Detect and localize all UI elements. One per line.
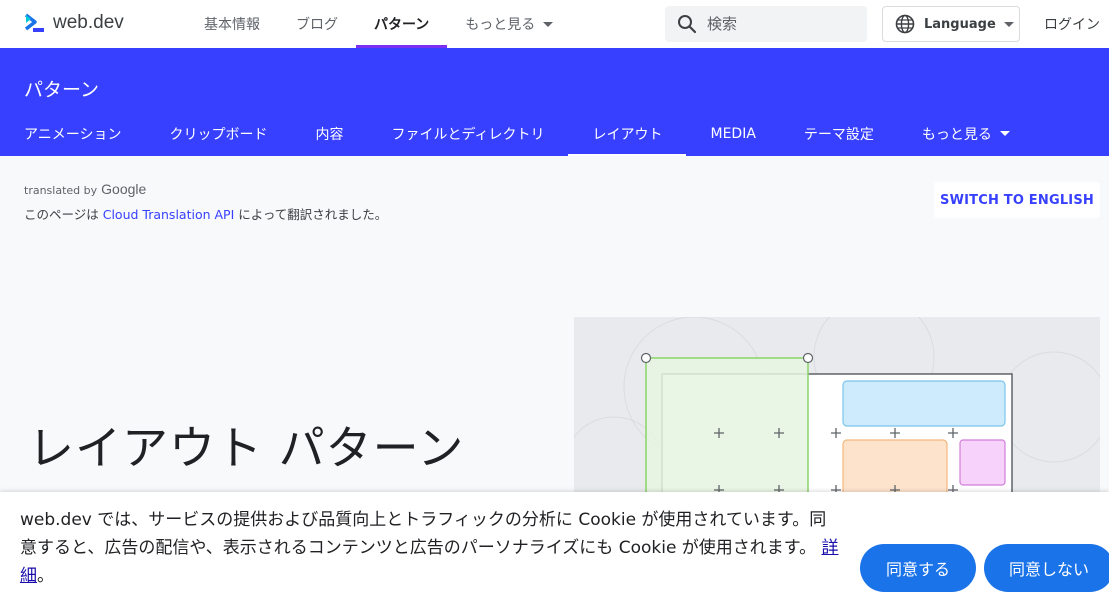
section-title: パターン	[24, 79, 100, 101]
logo-text: web.dev	[53, 12, 124, 33]
switch-to-english-button[interactable]: SWITCH TO ENGLISH	[934, 182, 1100, 218]
tab-label: MEDIA	[710, 125, 756, 142]
cookie-message: web.dev では、サービスの提供および品質向上とトラフィックの分析に Coo…	[20, 506, 840, 590]
agree-button[interactable]: 同意する	[860, 544, 976, 592]
nav-label: パターン	[374, 17, 430, 33]
tab-label: レイアウト	[592, 126, 663, 143]
tab-label: クリップボード	[169, 126, 268, 143]
chevron-down-icon	[543, 21, 554, 27]
web-dev-logo-icon	[24, 13, 44, 32]
tab-media[interactable]: MEDIA	[686, 111, 779, 156]
login-link[interactable]: ログイン	[1044, 0, 1100, 48]
nav-label: 基本情報	[204, 17, 260, 33]
tab-label: ファイルとディレクトリ	[391, 126, 545, 143]
tab-content[interactable]: 内容	[291, 111, 367, 156]
section-tabs: アニメーション クリップボード 内容 ファイルとディレクトリ レイアウト MED…	[0, 111, 1034, 156]
tab-label: もっと見る	[921, 126, 992, 143]
notice-text: このページは	[24, 207, 103, 222]
tab-files-directories[interactable]: ファイルとディレクトリ	[367, 111, 568, 156]
tab-theming[interactable]: テーマ設定	[780, 111, 898, 156]
globe-icon	[895, 14, 915, 34]
tab-more[interactable]: もっと見る	[898, 111, 1034, 156]
language-label: Language	[924, 16, 996, 32]
chevron-down-icon	[999, 131, 1010, 136]
cookie-banner: web.dev では、サービスの提供および品質向上とトラフィックの分析に Coo…	[0, 492, 1109, 600]
translated-by: translated by Google	[24, 181, 146, 197]
tab-label: テーマ設定	[803, 126, 874, 143]
nav-label: もっと見る	[465, 17, 536, 33]
decline-button[interactable]: 同意しない	[984, 544, 1109, 592]
translation-notice: このページは Cloud Translation API によって翻訳されました…	[24, 204, 387, 223]
cookie-text: web.dev では、サービスの提供および品質向上とトラフィックの分析に Coo…	[20, 510, 827, 558]
google-wordmark: Google	[101, 181, 147, 197]
translated-by-label: translated by	[24, 184, 98, 197]
tab-label: アニメーション	[24, 126, 122, 143]
layout-illustration	[574, 317, 1100, 517]
top-nav: 基本情報 ブログ パターン もっと見る	[186, 0, 571, 48]
nav-item-basics[interactable]: 基本情報	[186, 0, 278, 48]
chevron-down-icon	[1003, 21, 1014, 27]
page-title: レイアウト パターン	[28, 421, 465, 475]
search-input[interactable]	[707, 15, 857, 33]
search-icon	[678, 15, 697, 34]
nav-label: ブログ	[296, 17, 338, 33]
language-selector[interactable]: Language	[882, 6, 1020, 42]
nav-item-patterns[interactable]: パターン	[356, 0, 448, 48]
nav-item-blog[interactable]: ブログ	[278, 0, 356, 48]
section-header: パターン アニメーション クリップボード 内容 ファイルとディレクトリ レイアウ…	[0, 48, 1109, 156]
cookie-text-end: 。	[37, 566, 54, 586]
tab-animation[interactable]: アニメーション	[0, 111, 145, 156]
cloud-translation-link[interactable]: Cloud Translation API	[103, 207, 235, 222]
tab-clipboard[interactable]: クリップボード	[145, 111, 291, 156]
tab-label: 内容	[315, 126, 344, 143]
notice-text: によって翻訳されました。	[234, 207, 388, 222]
search-box[interactable]	[665, 6, 867, 42]
logo-link[interactable]: web.dev	[24, 12, 124, 34]
top-header: web.dev 基本情報 ブログ パターン もっと見る Language ログイ…	[0, 0, 1109, 48]
tab-layout[interactable]: レイアウト	[568, 111, 687, 156]
nav-item-more[interactable]: もっと見る	[447, 0, 571, 48]
